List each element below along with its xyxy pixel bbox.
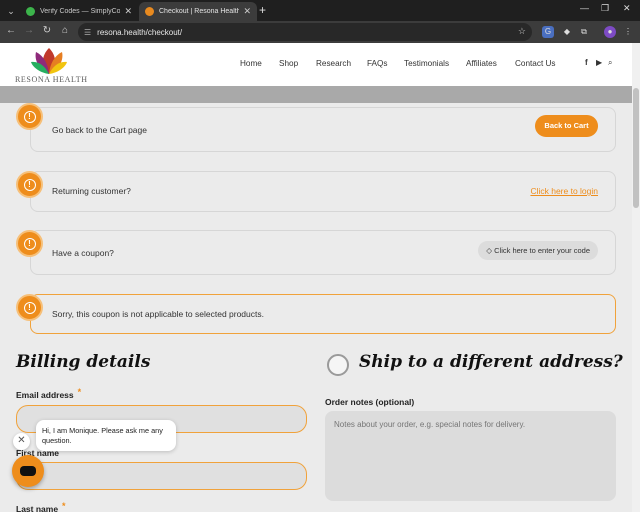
first-name-field[interactable]: [16, 462, 307, 490]
nav-home[interactable]: Home: [240, 59, 262, 68]
coupon-error-text: Sorry, this coupon is not applicable to …: [52, 309, 264, 319]
login-link[interactable]: Click here to login: [530, 186, 598, 196]
restore-icon[interactable]: ❐: [601, 3, 609, 14]
cart-notice: Go back to the Cart page Back to Cart: [30, 107, 616, 152]
reload-icon[interactable]: ↻: [40, 25, 54, 36]
resona-lotus-logo-icon[interactable]: [31, 46, 67, 76]
tab-search-icon[interactable]: ⌄: [4, 4, 18, 18]
scrollbar-track-top: [632, 43, 640, 86]
back-icon[interactable]: ←: [4, 25, 18, 36]
youtube-icon[interactable]: ▶: [596, 58, 602, 67]
nav-shop[interactable]: Shop: [279, 59, 298, 68]
returning-customer-notice: Returning customer? Click here to login: [30, 171, 616, 212]
site-info-icon[interactable]: ☰: [84, 28, 91, 37]
browser-tab-bar: ⌄ Verify Codes — SimplyCodes ✕ Checkout …: [0, 0, 640, 21]
minimize-icon[interactable]: —: [580, 3, 589, 13]
facebook-icon[interactable]: f: [585, 58, 588, 67]
nav-contact-us[interactable]: Contact Us: [515, 59, 556, 68]
ship-different-address-toggle[interactable]: [327, 354, 349, 376]
info-badge-icon: !: [16, 230, 43, 257]
enter-coupon-label: Click here to enter your code: [494, 246, 590, 255]
nav-research[interactable]: Research: [316, 59, 351, 68]
error-badge-icon: !: [16, 294, 43, 321]
menu-icon[interactable]: ⋮: [622, 26, 634, 38]
nav-affiliates[interactable]: Affiliates: [466, 59, 497, 68]
billing-details-heading: Billing details: [16, 352, 151, 372]
email-label: Email address *: [16, 387, 82, 400]
close-tab-icon[interactable]: ✕: [243, 6, 251, 17]
browser-tab-simplycodes[interactable]: Verify Codes — SimplyCodes ✕: [20, 2, 138, 21]
browser-toolbar: ← → ↻ ⌂ ☰ resona.health/checkout/ ☆ G ◆ …: [0, 21, 640, 43]
last-name-label: Last name *: [16, 501, 66, 512]
close-tab-icon[interactable]: ✕: [124, 6, 132, 17]
new-tab-icon[interactable]: +: [259, 3, 266, 17]
order-notes-textarea[interactable]: [325, 411, 616, 501]
ship-different-address-heading[interactable]: Ship to a different address?: [359, 352, 623, 372]
address-bar[interactable]: ☰ resona.health/checkout/ ☆: [78, 23, 532, 41]
tab-title: Verify Codes — SimplyCodes: [40, 8, 121, 15]
forward-icon[interactable]: →: [22, 25, 36, 36]
brand-name[interactable]: RESONA HEALTH: [15, 75, 88, 84]
star-icon[interactable]: ☆: [518, 26, 526, 37]
close-icon[interactable]: ✕: [13, 433, 30, 450]
nav-testimonials[interactable]: Testimonials: [404, 59, 449, 68]
url-text: resona.health/checkout/: [97, 27, 183, 37]
simplycodes-favicon-icon: [26, 7, 35, 16]
info-badge-icon: !: [16, 103, 43, 130]
home-icon[interactable]: ⌂: [58, 25, 72, 36]
coupon-notice-text: Have a coupon?: [52, 248, 114, 258]
info-badge-icon: !: [16, 171, 43, 198]
translate-extension-icon[interactable]: G: [542, 26, 554, 38]
returning-customer-text: Returning customer?: [52, 186, 131, 196]
scrollbar-thumb[interactable]: [633, 88, 639, 208]
profile-icon[interactable]: ●: [604, 26, 616, 38]
chat-icon: [20, 466, 36, 476]
nav-faqs[interactable]: FAQs: [367, 59, 387, 68]
browser-tab-checkout[interactable]: Checkout | Resona Health - Re ✕: [139, 2, 257, 21]
cart-notice-text: Go back to the Cart page: [52, 125, 147, 135]
page-scrollbar[interactable]: [632, 86, 640, 512]
tab-title: Checkout | Resona Health - Re: [159, 8, 240, 15]
chat-launcher-button[interactable]: [12, 455, 44, 487]
enter-coupon-button[interactable]: ◇ Click here to enter your code: [478, 241, 598, 260]
extensions-icon[interactable]: ⧉: [578, 26, 590, 38]
coupon-error-notice: Sorry, this coupon is not applicable to …: [30, 294, 616, 334]
close-window-icon[interactable]: ✕: [623, 3, 631, 14]
coupon-notice: Have a coupon? ◇ Click here to enter you…: [30, 230, 616, 275]
shield-extension-icon[interactable]: ◆: [561, 26, 573, 38]
back-to-cart-button[interactable]: Back to Cart: [535, 115, 598, 137]
chat-greeting-bubble[interactable]: Hi, I am Monique. Please ask me any ques…: [36, 420, 176, 451]
order-notes-label: Order notes (optional): [325, 397, 415, 407]
search-icon[interactable]: ⌕: [608, 58, 612, 68]
tag-icon: ◇: [486, 246, 495, 255]
site-header: RESONA HEALTH Home Shop Research FAQs Te…: [0, 43, 632, 86]
resona-favicon-icon: [145, 7, 154, 16]
page-title-band: [0, 86, 632, 103]
